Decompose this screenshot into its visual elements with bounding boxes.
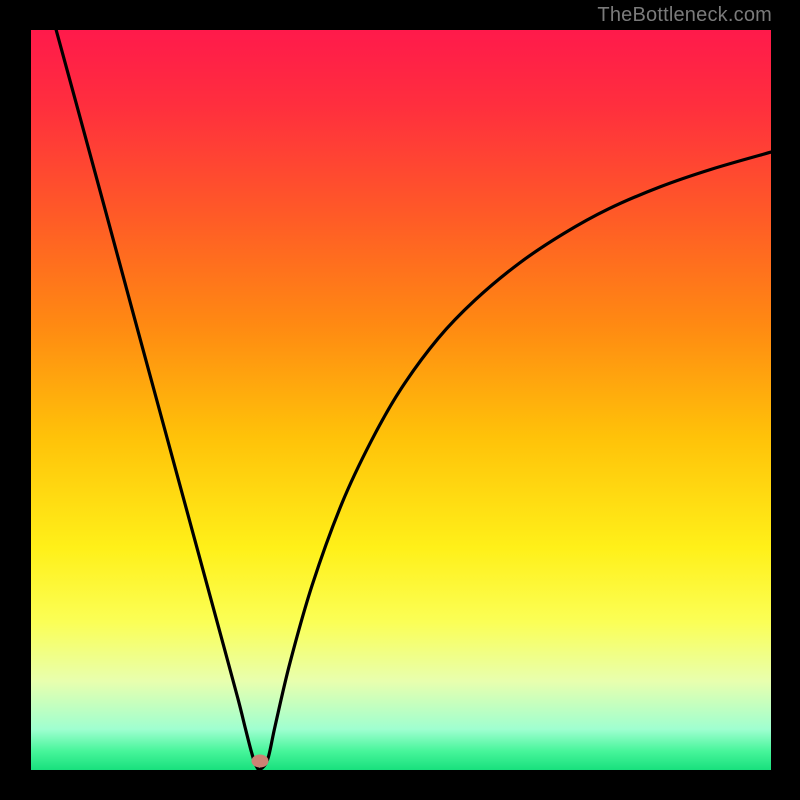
watermark-text: TheBottleneck.com — [597, 4, 772, 27]
bottleneck-curve — [31, 30, 771, 770]
chart-frame: TheBottleneck.com — [0, 0, 800, 800]
optimum-marker — [252, 755, 269, 768]
